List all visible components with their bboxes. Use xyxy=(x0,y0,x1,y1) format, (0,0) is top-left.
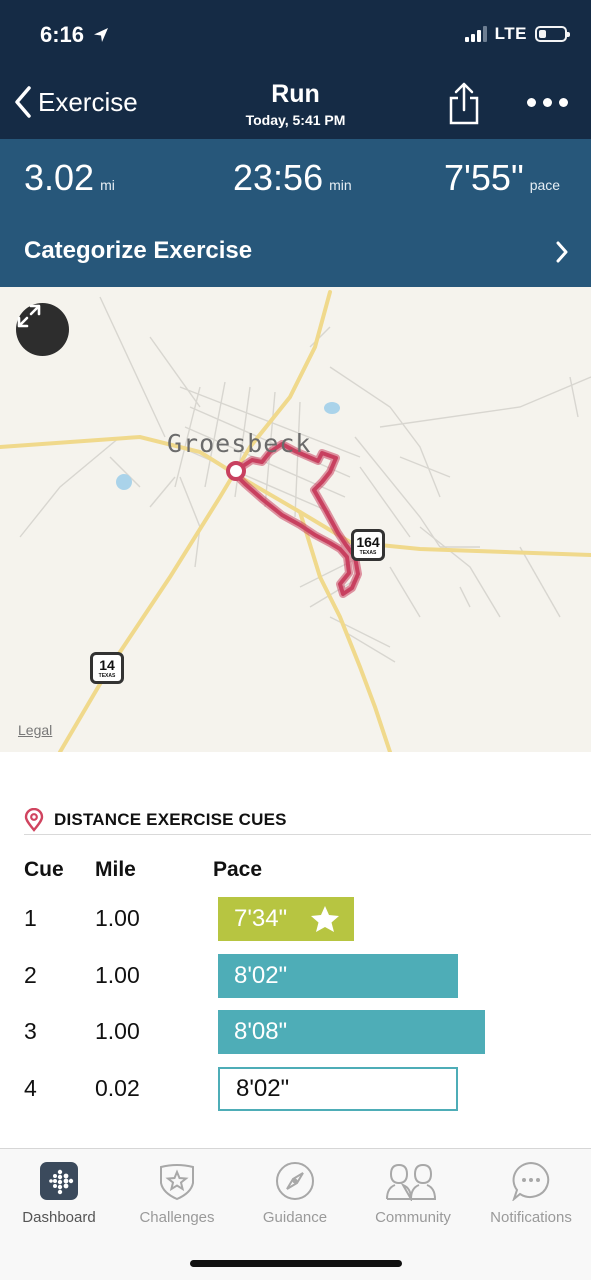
cue-number: 2 xyxy=(24,962,37,988)
notifications-icon xyxy=(472,1159,590,1203)
signal-icon xyxy=(464,26,487,42)
pace-value: 8'02" xyxy=(234,962,288,989)
share-button[interactable] xyxy=(447,82,481,131)
cue-mile: 0.02 xyxy=(95,1075,140,1101)
tab-label: Challenges xyxy=(139,1209,215,1226)
battery-icon xyxy=(535,26,570,42)
legal-link[interactable]: Legal xyxy=(18,722,52,738)
tab-challenges[interactable]: Challenges xyxy=(118,1159,236,1226)
cues-header: DISTANCE EXERCISE CUES xyxy=(24,808,287,832)
cue-number: 1 xyxy=(24,905,37,931)
highway-marker-164: 164 TEXAS xyxy=(351,529,385,561)
route-map[interactable]: Groesbeck 164 TEXAS 14 TEXAS Legal xyxy=(0,287,591,752)
divider xyxy=(24,834,591,835)
pace-stat: 7'55" pace xyxy=(444,157,560,199)
share-icon xyxy=(449,82,479,125)
star-icon xyxy=(311,906,339,932)
page-title: Run xyxy=(271,80,320,108)
network-label: LTE xyxy=(494,24,527,43)
location-pin-icon xyxy=(24,808,44,832)
more-icon[interactable] xyxy=(527,98,568,107)
pace-value: 7'34" xyxy=(234,905,288,932)
pace-bar: 8'02" xyxy=(218,954,458,998)
pace-bar: 7'34" xyxy=(218,897,354,941)
pace-bar: 8'08" xyxy=(218,1010,485,1054)
compass-icon xyxy=(236,1159,354,1203)
exercise-summary: 3.02 mi 23:56 min 7'55" pace Categorize … xyxy=(0,139,591,287)
duration-value: 23:56 xyxy=(233,157,324,198)
tab-notifications[interactable]: Notifications xyxy=(472,1159,590,1226)
route-start-marker xyxy=(226,461,246,481)
cue-number: 4 xyxy=(24,1075,37,1101)
location-arrow-icon xyxy=(92,26,110,49)
pace-unit: pace xyxy=(529,177,561,193)
column-header-pace: Pace xyxy=(213,858,263,881)
tab-label: Guidance xyxy=(262,1209,328,1226)
town-label: Groesbeck xyxy=(167,429,312,458)
chevron-right-icon xyxy=(556,241,568,263)
page-subtitle: Today, 5:41 PM xyxy=(245,112,346,128)
column-header-cue: Cue xyxy=(24,858,64,881)
expand-icon xyxy=(17,304,41,328)
cues-title: DISTANCE EXERCISE CUES xyxy=(54,810,287,829)
pace-value: 7'55" xyxy=(444,157,524,198)
tab-label: Dashboard xyxy=(22,1209,96,1226)
pace-value: 8'02" xyxy=(236,1075,290,1102)
dashboard-icon xyxy=(0,1159,118,1203)
distance-unit: mi xyxy=(100,177,115,193)
cue-mile: 1.00 xyxy=(95,905,140,931)
tab-label: Notifications xyxy=(490,1209,572,1226)
tab-community[interactable]: Community xyxy=(354,1159,472,1226)
map-canvas xyxy=(0,290,591,752)
status-time: 6:16 xyxy=(40,22,85,47)
highway-marker-14: 14 TEXAS xyxy=(90,652,124,684)
column-header-mile: Mile xyxy=(95,858,136,881)
tab-label: Community xyxy=(375,1209,451,1226)
cue-mile: 1.00 xyxy=(95,1018,140,1044)
distance-value: 3.02 xyxy=(24,157,95,198)
duration-stat: 23:56 min xyxy=(233,157,352,199)
tab-dashboard[interactable]: Dashboard xyxy=(0,1159,118,1226)
community-icon xyxy=(354,1159,472,1203)
challenges-icon xyxy=(118,1159,236,1203)
cue-number: 3 xyxy=(24,1018,37,1044)
duration-unit: min xyxy=(329,177,352,193)
tab-guidance[interactable]: Guidance xyxy=(236,1159,354,1226)
categorize-exercise-label: Categorize Exercise xyxy=(24,237,253,264)
pace-value: 8'08" xyxy=(234,1018,288,1045)
pace-bar: 8'02" xyxy=(218,1067,458,1111)
cue-mile: 1.00 xyxy=(95,962,140,988)
header: 6:16 LTE Exercise Run Today, 5:41 PM xyxy=(0,0,591,139)
expand-map-button[interactable] xyxy=(16,303,69,356)
status-indicators: LTE xyxy=(464,24,570,44)
home-indicator[interactable] xyxy=(190,1260,402,1267)
distance-stat: 3.02 mi xyxy=(24,157,115,199)
